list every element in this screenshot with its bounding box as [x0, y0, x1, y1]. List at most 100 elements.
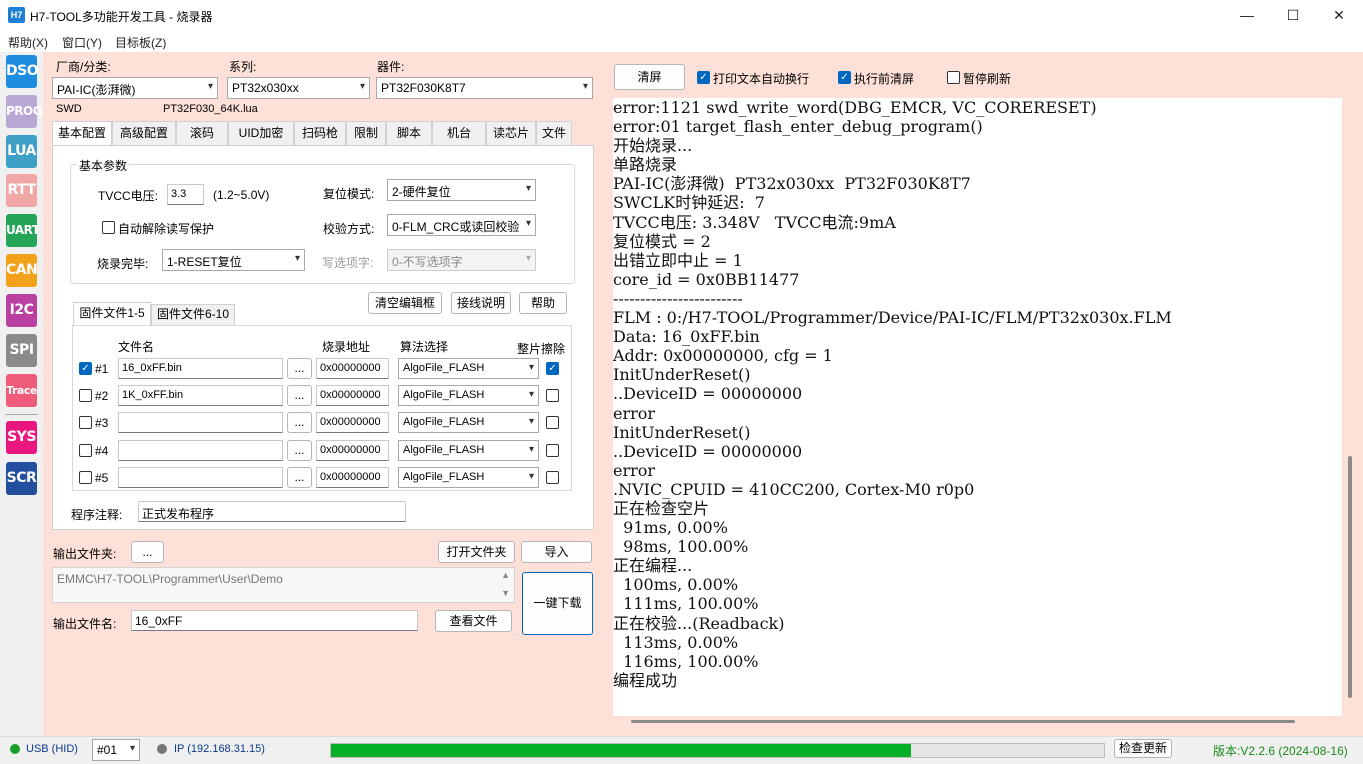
wrap-text-label: 打印文本自动换行 [713, 72, 810, 86]
log-vertical-scrollbar[interactable] [1348, 456, 1352, 698]
tab-scanner[interactable]: 扫码枪 [294, 121, 346, 145]
firmware-file-input[interactable]: 1K_0xFF.bin [118, 385, 283, 406]
firmware-algo-select[interactable]: AlgoFile_FLASH ▾ [398, 385, 539, 406]
pause-refresh-checkbox[interactable] [947, 71, 960, 84]
log-line: 复位模式 = 2 [613, 231, 711, 251]
chevron-down-icon: ▾ [129, 743, 135, 754]
sidebar-dso-button[interactable]: DSO [6, 55, 39, 88]
tab-limit[interactable]: 限制 [346, 121, 386, 145]
tab-uid-encrypt[interactable]: UID加密 [228, 121, 294, 145]
firmware-enable-checkbox[interactable]: ✓ [79, 362, 92, 375]
clear-screen-button[interactable]: 清屏 [614, 64, 685, 90]
tab-rolling-code[interactable]: 滚码 [176, 121, 228, 145]
firmware-address-input[interactable]: 0x00000000 [316, 440, 389, 461]
verify-mode-select[interactable]: 0-FLM_CRC或读回校验 ▾ [387, 214, 536, 236]
firmware-browse-button[interactable]: ... [287, 358, 312, 379]
tvcc-range-text: (1.2~5.0V) [213, 188, 270, 202]
sidebar-spi-button[interactable]: SPI [6, 334, 37, 367]
firmware-algo-value: AlgoFile_FLASH [403, 362, 485, 374]
tab-machine[interactable]: 机台 [432, 121, 486, 145]
tvcc-input[interactable]: 3.3 [167, 184, 204, 205]
menu-target[interactable]: 目标板(Z) [115, 34, 166, 51]
firmware-enable-checkbox[interactable] [79, 416, 92, 429]
sidebar-uart-button[interactable]: UART [6, 214, 40, 247]
clear-before-run-checkbox[interactable]: ✓ [838, 71, 851, 84]
firmware-file-input[interactable]: 16_0xFF.bin [118, 358, 283, 379]
firmware-algo-select[interactable]: AlgoFile_FLASH ▾ [398, 412, 539, 433]
sidebar-trace-button[interactable]: Trace [6, 374, 37, 407]
full-erase-checkbox[interactable] [546, 389, 559, 402]
chevron-down-icon: ▾ [528, 471, 534, 482]
tab-firmware-1-5[interactable]: 固件文件1-5 [73, 302, 151, 325]
close-button[interactable]: ✕ [1316, 0, 1362, 30]
minimize-button[interactable]: — [1224, 0, 1270, 30]
sidebar-prog-button[interactable]: PROG [6, 95, 43, 128]
scroll-up-icon[interactable]: ▲ [501, 570, 510, 580]
output-folder-browse-button[interactable]: ... [131, 541, 164, 563]
firmware-algo-select[interactable]: AlgoFile_FLASH ▾ [398, 358, 539, 379]
check-update-button[interactable]: 检查更新 [1114, 739, 1172, 758]
series-select[interactable]: PT32x030xx ▾ [227, 77, 370, 99]
firmware-browse-button[interactable]: ... [287, 412, 312, 433]
output-path-box[interactable]: EMMC\H7-TOOL\Programmer\User\Demo ▲ ▼ [52, 567, 515, 603]
sidebar-can-button[interactable]: CAN [6, 254, 38, 287]
firmware-file-input[interactable] [118, 412, 283, 433]
firmware-address-input[interactable]: 0x00000000 [316, 385, 389, 406]
tab-firmware-6-10[interactable]: 固件文件6-10 [151, 304, 235, 325]
menu-help[interactable]: 帮助(X) [8, 34, 48, 51]
firmware-browse-button[interactable]: ... [287, 440, 312, 461]
tab-read-chip[interactable]: 读芯片 [486, 121, 536, 145]
device-number-select[interactable]: #01 ▾ [92, 739, 140, 761]
clear-edit-button[interactable]: 清空编辑框 [368, 292, 442, 314]
firmware-address-input[interactable]: 0x00000000 [316, 358, 389, 379]
wrap-text-checkbox[interactable]: ✓ [697, 71, 710, 84]
firmware-algo-select[interactable]: AlgoFile_FLASH ▾ [398, 467, 539, 488]
import-button[interactable]: 导入 [521, 541, 592, 563]
device-select[interactable]: PT32F030K8T7 ▾ [376, 77, 593, 99]
open-folder-button[interactable]: 打开文件夹 [438, 541, 515, 563]
firmware-algo-select[interactable]: AlgoFile_FLASH ▾ [398, 440, 539, 461]
vendor-select[interactable]: PAI-IC(澎湃微) ▾ [52, 77, 218, 99]
tab-advanced[interactable]: 高级配置 [112, 121, 176, 145]
wiring-help-button[interactable]: 接线说明 [451, 292, 511, 314]
firmware-file-input[interactable] [118, 467, 283, 488]
tab-file[interactable]: 文件 [536, 121, 572, 145]
log-line: error [613, 460, 656, 480]
chevron-down-icon: ▾ [582, 81, 588, 92]
log-output[interactable]: error:1121 swd_write_word(DBG_EMCR, VC_C… [613, 98, 1342, 716]
tab-script[interactable]: 脚本 [386, 121, 432, 145]
firmware-enable-checkbox[interactable] [79, 444, 92, 457]
output-name-input[interactable]: 16_0xFF [131, 610, 418, 631]
log-horizontal-scrollbar[interactable] [631, 720, 1295, 723]
sidebar-rtt-button[interactable]: RTT [6, 174, 37, 207]
firmware-address-input[interactable]: 0x00000000 [316, 412, 389, 433]
view-file-button[interactable]: 查看文件 [435, 610, 512, 632]
menu-window[interactable]: 窗口(Y) [62, 34, 102, 51]
scroll-down-icon[interactable]: ▼ [501, 588, 510, 598]
full-erase-checkbox[interactable] [546, 471, 559, 484]
sidebar-i2c-button[interactable]: I2C [6, 294, 37, 327]
firmware-browse-button[interactable]: ... [287, 467, 312, 488]
full-erase-checkbox[interactable]: ✓ [546, 362, 559, 375]
firmware-enable-checkbox[interactable] [79, 389, 92, 402]
firmware-file-input[interactable] [118, 440, 283, 461]
full-erase-checkbox[interactable] [546, 444, 559, 457]
firmware-algo-value: AlgoFile_FLASH [403, 471, 485, 483]
one-click-download-button[interactable]: 一键下载 [522, 572, 593, 635]
series-value: PT32x030xx [232, 81, 299, 95]
sidebar-scr-button[interactable]: SCR [6, 462, 37, 495]
note-input[interactable]: 正式发布程序 [138, 501, 406, 522]
tab-basic[interactable]: 基本配置 [52, 121, 112, 146]
reset-mode-select[interactable]: 2-硬件复位 ▾ [387, 179, 536, 201]
firmware-enable-checkbox[interactable] [79, 471, 92, 484]
firmware-address-input[interactable]: 0x00000000 [316, 467, 389, 488]
full-erase-checkbox[interactable] [546, 416, 559, 429]
auto-unprotect-checkbox[interactable] [102, 221, 115, 234]
sidebar-lua-button[interactable]: LUA [6, 135, 37, 168]
help-button[interactable]: 帮助 [519, 292, 567, 314]
sidebar-sys-button[interactable]: SYS [6, 421, 37, 454]
maximize-button[interactable]: ☐ [1270, 0, 1316, 30]
firmware-browse-button[interactable]: ... [287, 385, 312, 406]
menu-bar: 帮助(X) 窗口(Y) 目标板(Z) [0, 30, 1363, 52]
finish-action-select[interactable]: 1-RESET复位 ▾ [162, 249, 305, 271]
